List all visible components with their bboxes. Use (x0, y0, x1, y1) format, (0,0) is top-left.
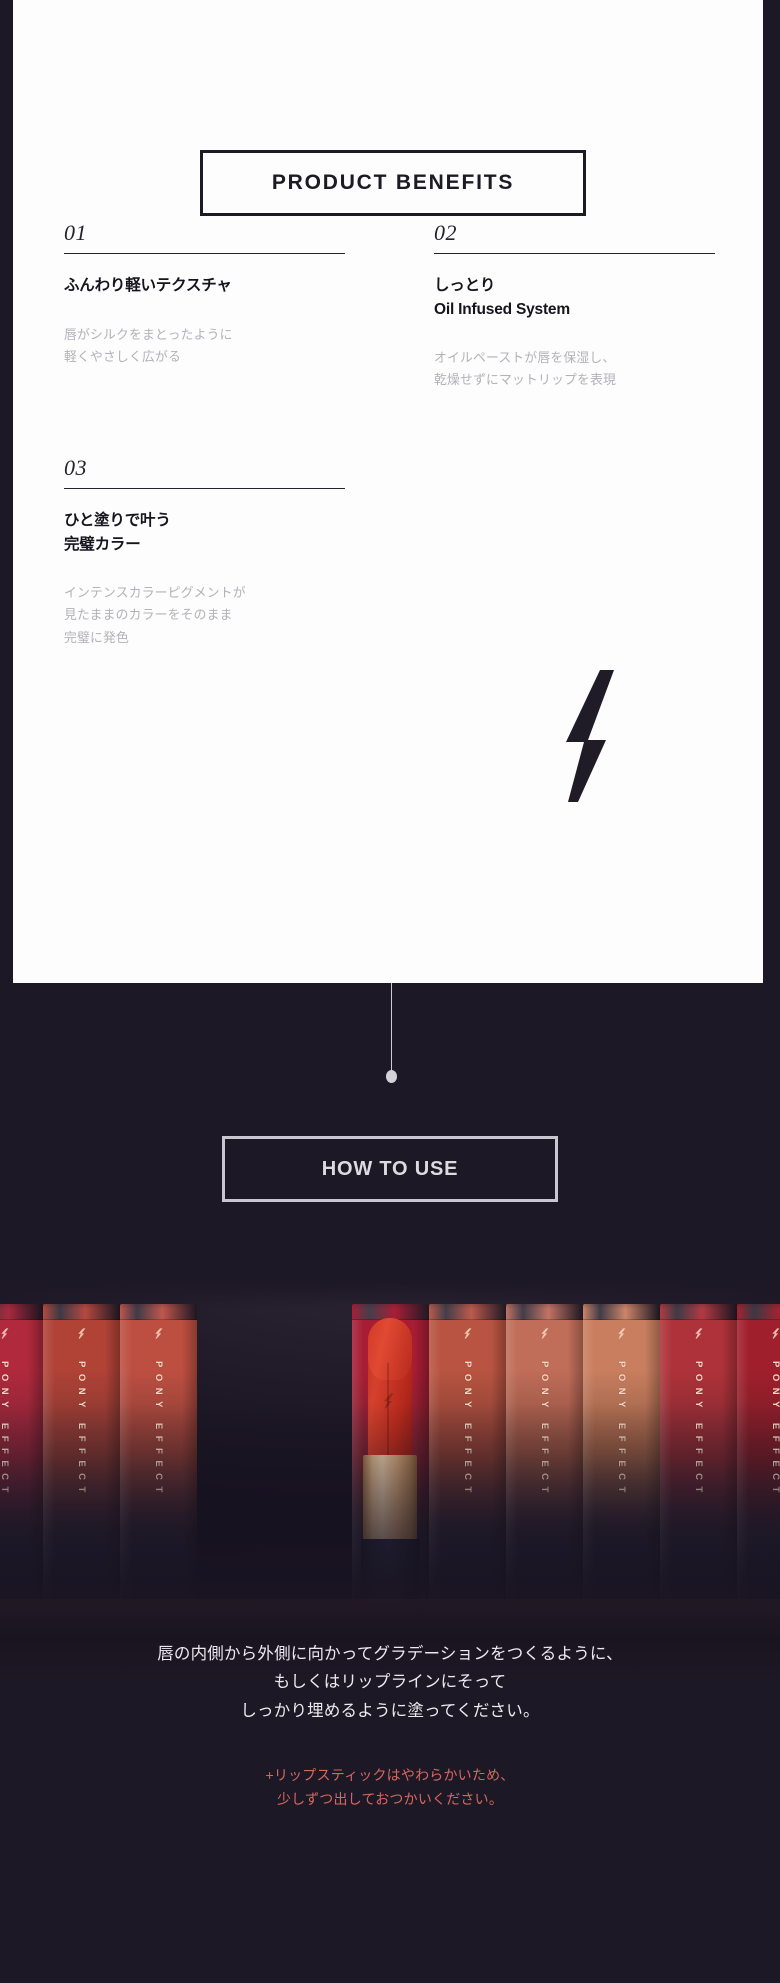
benefit-number-03: 03 (64, 455, 87, 480)
brand-label: PONY EFFECT (76, 1361, 87, 1499)
how-to-use-heading-badge: HOW TO USE (222, 1136, 558, 1202)
usage-main-line2: もしくはリップラインにそって (273, 1673, 507, 1692)
lipstick-tube-shadow (644, 1320, 660, 1599)
lightning-bolt-icon (540, 1328, 549, 1339)
benefit-title-02: しっとり Oil Infused System (434, 274, 715, 321)
lipstick-tube-shadow (104, 1320, 120, 1599)
benefit-title-02-line1: しっとり (434, 277, 496, 294)
lipstick-lineup-image: PONY EFFECT PONY EFFECT PONY EFFECT PONY EF… (0, 1283, 780, 1683)
product-benefits-heading-label: PRODUCT BENEFITS (271, 171, 515, 194)
how-to-use-heading-label: HOW TO USE (321, 1157, 459, 1180)
lipstick-tube-shadow (721, 1320, 737, 1599)
benefit-number-01: 01 (64, 220, 87, 245)
lightning-bolt-icon (383, 1393, 395, 1409)
benefit-desc-01-line2: 軽くやさしく広がる (64, 348, 181, 364)
lightning-bolt-icon (154, 1328, 163, 1339)
lipstick-tube-highlight (506, 1320, 519, 1599)
lipstick-tube-highlight (737, 1320, 750, 1599)
lipstick-tube-highlight (43, 1320, 56, 1599)
connector-dot (386, 1070, 397, 1083)
brand-label: PONY EFFECT (770, 1361, 780, 1499)
product-benefits-heading-badge: PRODUCT BENEFITS (200, 150, 586, 216)
benefit-rule-03 (64, 488, 345, 489)
benefit-title-01-line1: ふんわり軽いテクスチャ (64, 277, 232, 294)
benefit-item-03: 03 ひと塗りで叶う 完璧カラー インテンスカラーピグメントが 見たままのカラー… (64, 457, 345, 649)
lightning-bolt-icon (771, 1328, 780, 1339)
benefit-desc-03-line3: 完璧に発色 (64, 629, 129, 645)
lipstick-tube: PONY EFFECT (660, 1304, 737, 1599)
usage-note-text: +リップスティックはやわらかいため、 少しずつ出しておつかいください。 (0, 1763, 780, 1811)
benefit-desc-03-line1: インテンスカラーピグメントが (64, 585, 246, 601)
brand-label: PONY EFFECT (462, 1361, 473, 1499)
benefit-desc-03: インテンスカラーピグメントが 見たままのカラーをそのまま 完璧に発色 (64, 582, 345, 649)
benefit-rule-02 (434, 253, 715, 254)
lipstick-bullet-seam (387, 1363, 389, 1458)
lipstick-tube-cap (737, 1304, 780, 1320)
brand-label: PONY EFFECT (0, 1361, 10, 1499)
usage-main-line3: しっかり埋めるように塗ってください。 (240, 1701, 540, 1720)
benefit-title-02-line2: Oil Infused System (434, 300, 570, 318)
lipstick-tube: PONY EFFECT (120, 1304, 197, 1599)
lipstick-tube-highlight (583, 1320, 596, 1599)
lipstick-tube: PONY EFFECT (429, 1304, 506, 1599)
product-benefits-panel: PRODUCT BENEFITS 01 ふんわり軽いテクスチャ 唇がシルクをまと… (13, 0, 763, 983)
benefit-title-03-line2: 完璧カラー (64, 535, 141, 553)
lightning-bolt-icon (694, 1328, 703, 1339)
benefit-title-01: ふんわり軽いテクスチャ (64, 274, 345, 298)
lipstick-gold-barrel (363, 1455, 417, 1541)
usage-main-line1: 唇の内側から外側に向かってグラデーションをつくるように、 (157, 1645, 623, 1663)
lipstick-tube-shadow (567, 1320, 583, 1599)
benefit-number-02: 02 (434, 220, 457, 245)
lipstick-tube-cap (120, 1304, 197, 1320)
brand-label: PONY EFFECT (616, 1361, 627, 1499)
lipstick-tube-cap (506, 1304, 583, 1320)
lightning-bolt-icon (463, 1328, 472, 1339)
benefit-title-03: ひと塗りで叶う 完璧カラー (64, 509, 345, 556)
lightning-bolt-icon (0, 1328, 9, 1339)
usage-note-line2: 少しずつ出しておつかいください。 (276, 1791, 504, 1808)
lipstick-tube: PONY EFFECT (506, 1304, 583, 1599)
lipstick-bullet-tip (368, 1318, 412, 1380)
brand-label: PONY EFFECT (539, 1361, 550, 1499)
lipstick-tube: PONY EFFECT (43, 1304, 120, 1599)
benefit-desc-01-line1: 唇がシルクをまとったように (64, 326, 233, 342)
benefit-rule-01 (64, 253, 345, 254)
usage-instructions: 唇の内側から外側に向かってグラデーションをつくるように、 もしくはリップラインに… (0, 1640, 780, 1811)
lipstick-tube-cap (660, 1304, 737, 1320)
usage-main-text: 唇の内側から外側に向かってグラデーションをつくるように、 もしくはリップラインに… (0, 1640, 780, 1725)
lipstick-tube-cap (0, 1304, 43, 1320)
brand-label: PONY EFFECT (693, 1361, 704, 1499)
brand-label: PONY EFFECT (153, 1361, 164, 1499)
benefit-title-03-line1: ひと塗りで叶う (64, 512, 171, 529)
lipstick-tube-highlight (660, 1320, 673, 1599)
lipstick-tube-cap (583, 1304, 660, 1320)
lightning-bolt-icon (77, 1328, 86, 1339)
lipstick-tube-shadow (490, 1320, 506, 1599)
lipstick-tube-shadow (181, 1320, 197, 1599)
connector-line (391, 983, 392, 1073)
benefit-desc-02: オイルペーストが唇を保湿し、 乾燥せずにマットリップを表現 (434, 347, 715, 392)
lightning-bolt-icon (617, 1328, 626, 1339)
lipstick-tube: PONY EFFECT (737, 1304, 780, 1599)
benefit-item-01: 01 ふんわり軽いテクスチャ 唇がシルクをまとったように 軽くやさしく広がる (64, 222, 345, 368)
lipstick-tube-cap (429, 1304, 506, 1320)
lipstick-tube: PONY EFFECT (0, 1304, 43, 1599)
product-detail-page: PRODUCT BENEFITS 01 ふんわり軽いテクスチャ 唇がシルクをまと… (0, 0, 780, 1983)
lipstick-tube-cap (43, 1304, 120, 1320)
benefit-desc-02-line2: 乾燥せずにマットリップを表現 (434, 372, 616, 388)
benefit-desc-03-line2: 見たままのカラーをそのまま (64, 607, 233, 623)
benefit-item-02: 02 しっとり Oil Infused System オイルペーストが唇を保湿し… (434, 222, 715, 392)
lipstick-tube-highlight (120, 1320, 133, 1599)
usage-note-line1: +リップスティックはやわらかいため、 (265, 1767, 515, 1784)
benefit-desc-01: 唇がシルクをまとったように 軽くやさしく広がる (64, 324, 345, 369)
benefit-desc-02-line1: オイルペーストが唇を保湿し、 (434, 350, 616, 366)
lightning-bolt-icon (562, 668, 622, 804)
lipstick-tube: PONY EFFECT (583, 1304, 660, 1599)
lipstick-tube-shadow (27, 1320, 43, 1599)
